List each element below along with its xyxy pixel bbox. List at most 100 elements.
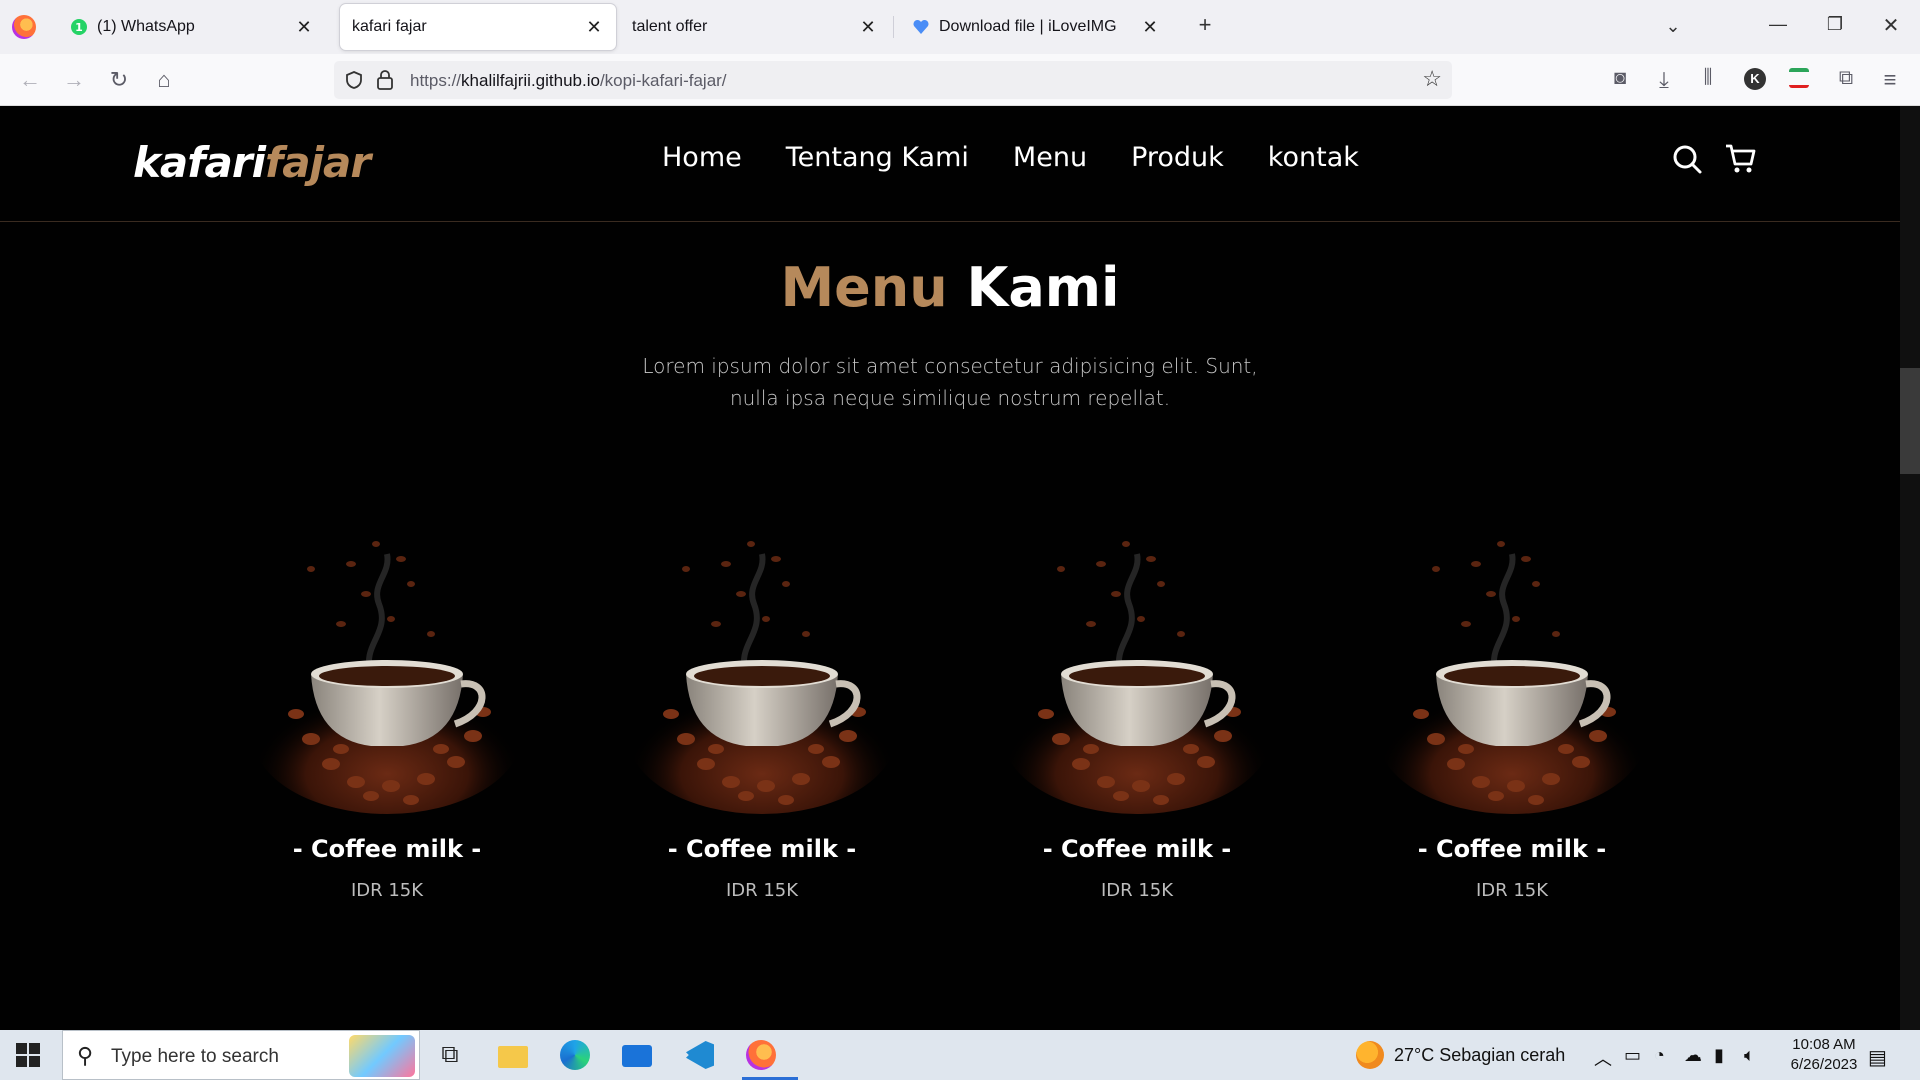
coffee-cup-image bbox=[251, 524, 523, 814]
library-icon[interactable]: ⫼ bbox=[1694, 67, 1722, 89]
close-window-button[interactable]: ✕ bbox=[1876, 13, 1906, 38]
system-clock[interactable]: 10:08 AM 6/26/2023 bbox=[1776, 1035, 1872, 1075]
windows-taskbar: ⚲ Type here to search ⧉ 27°C Sebagian ce… bbox=[0, 1030, 1920, 1080]
vscode-icon[interactable] bbox=[680, 1038, 716, 1072]
search-highlight-image bbox=[349, 1035, 415, 1077]
url-bar[interactable]: https://khalilfajrii.github.io/kopi-kafa… bbox=[334, 61, 1452, 99]
logo-main: kafari bbox=[133, 138, 266, 187]
coffee-cup-image bbox=[626, 524, 898, 814]
menu-card[interactable]: - Coffee milk - IDR 15K bbox=[227, 506, 547, 901]
home-icon[interactable]: ⌂ bbox=[150, 67, 178, 93]
menu-item-price: IDR 15K bbox=[725, 880, 799, 901]
notifications-icon[interactable]: ▤ bbox=[1868, 1045, 1887, 1070]
menu-item-price: IDR 15K bbox=[1475, 880, 1549, 901]
tab-iloveimg[interactable]: Download file | iLoveIMG ✕ bbox=[900, 4, 1172, 50]
edge-icon[interactable] bbox=[556, 1038, 592, 1072]
menu-item-name: - Coffee milk - bbox=[292, 835, 482, 863]
coffee-cup-image bbox=[1001, 524, 1273, 814]
search-icon: ⚲ bbox=[77, 1043, 94, 1068]
weather-icon[interactable] bbox=[1356, 1041, 1384, 1069]
battery-icon[interactable]: ▮ bbox=[1714, 1045, 1724, 1066]
url-text[interactable]: https://khalilfajrii.github.io/kopi-kafa… bbox=[410, 71, 727, 91]
menu-card[interactable]: - Coffee milk - IDR 15K bbox=[977, 506, 1297, 901]
hamburger-menu-icon[interactable]: ≡ bbox=[1876, 67, 1904, 93]
lock-icon[interactable] bbox=[376, 69, 394, 91]
bookmark-star-icon[interactable]: ☆ bbox=[1422, 66, 1442, 92]
section-title: Menu Kami bbox=[0, 256, 1900, 319]
section-title-rest: Kami bbox=[966, 256, 1120, 319]
site-nav: Home Tentang Kami Menu Produk kontak bbox=[662, 142, 1359, 173]
clock-date: 6/26/2023 bbox=[1790, 1056, 1858, 1073]
extensions-puzzle-icon[interactable]: ⧉ bbox=[1832, 67, 1860, 90]
taskbar-search-box[interactable]: ⚲ Type here to search bbox=[62, 1030, 420, 1080]
shield-icon[interactable] bbox=[344, 70, 364, 90]
menu-item-price: IDR 15K bbox=[350, 880, 424, 901]
url-path: /kopi-kafari-fajar/ bbox=[599, 71, 727, 90]
browser-nav-bar: ← → ↻ ⌂ https://khalilfajrii.github.io/k… bbox=[0, 54, 1920, 106]
section-description: Lorem ipsum dolor sit amet consectetur a… bbox=[642, 354, 1258, 410]
close-tab-icon[interactable]: ✕ bbox=[858, 17, 878, 38]
coffee-cup-image bbox=[1376, 524, 1648, 814]
site-logo[interactable]: kafarifajar bbox=[133, 138, 371, 187]
website-viewport: kafarifajar Home Tentang Kami Menu Produ… bbox=[0, 106, 1900, 1030]
page-scrollbar[interactable] bbox=[1900, 106, 1920, 1030]
new-tab-button[interactable]: + bbox=[1190, 12, 1220, 38]
logo-accent: fajar bbox=[265, 138, 371, 187]
restore-button[interactable]: ❐ bbox=[1820, 14, 1850, 35]
show-hidden-icons[interactable]: ︿ bbox=[1594, 1045, 1612, 1071]
svg-text:1: 1 bbox=[75, 21, 83, 34]
browser-tab-bar: 1 (1) WhatsApp ✕ kafari fajar ✕ talent o… bbox=[0, 0, 1920, 54]
onedrive-icon[interactable]: ☁ bbox=[1684, 1045, 1702, 1066]
close-tab-icon[interactable]: ✕ bbox=[1140, 17, 1160, 38]
url-host: khalilfajrii.github.io bbox=[461, 71, 600, 90]
volume-icon[interactable]: 🔈︎ bbox=[1744, 1045, 1755, 1066]
tab-whatsapp[interactable]: 1 (1) WhatsApp ✕ bbox=[58, 4, 326, 50]
nav-home[interactable]: Home bbox=[662, 142, 742, 173]
menu-item-price: IDR 15K bbox=[1100, 880, 1174, 901]
weather-text[interactable]: 27°C Sebagian cerah bbox=[1394, 1045, 1565, 1066]
page-scrollbar-thumb[interactable] bbox=[1900, 368, 1920, 474]
nav-produk[interactable]: Produk bbox=[1131, 142, 1224, 173]
reload-icon[interactable]: ↻ bbox=[105, 67, 133, 93]
firefox-icon[interactable] bbox=[12, 15, 36, 39]
menu-item-name: - Coffee milk - bbox=[667, 835, 857, 863]
close-tab-icon[interactable]: ✕ bbox=[584, 17, 604, 38]
extension-icon[interactable] bbox=[1789, 68, 1809, 88]
mail-icon[interactable] bbox=[618, 1038, 654, 1072]
pocket-icon[interactable]: ◙ bbox=[1606, 67, 1634, 90]
meet-icon[interactable]: ▭ bbox=[1624, 1045, 1641, 1066]
tab-kafari-fajar[interactable]: kafari fajar ✕ bbox=[340, 4, 616, 50]
list-tabs-icon[interactable]: ⌄ bbox=[1658, 16, 1688, 37]
nav-menu[interactable]: Menu bbox=[1013, 142, 1087, 173]
iloveimg-icon bbox=[913, 19, 929, 34]
search-icon[interactable] bbox=[1670, 142, 1704, 176]
account-avatar[interactable]: K bbox=[1744, 68, 1766, 90]
search-placeholder: Type here to search bbox=[111, 1046, 279, 1067]
menu-item-name: - Coffee milk - bbox=[1042, 835, 1232, 863]
back-icon[interactable]: ← bbox=[16, 67, 44, 93]
task-view-icon[interactable]: ⧉ bbox=[432, 1038, 468, 1072]
forward-icon[interactable]: → bbox=[60, 67, 88, 93]
tab-separator bbox=[893, 16, 894, 38]
site-header: kafarifajar Home Tentang Kami Menu Produ… bbox=[0, 106, 1900, 222]
nav-tentang-kami[interactable]: Tentang Kami bbox=[786, 142, 969, 173]
tab-title: Download file | iLoveIMG bbox=[939, 18, 1117, 35]
tab-talent-offer[interactable]: talent offer ✕ bbox=[620, 4, 890, 50]
whatsapp-icon: 1 bbox=[71, 19, 87, 35]
cart-icon[interactable] bbox=[1724, 142, 1758, 176]
windows-start-icon[interactable] bbox=[16, 1043, 40, 1067]
firefox-taskbar-icon[interactable] bbox=[742, 1038, 798, 1080]
tab-title: (1) WhatsApp bbox=[97, 18, 195, 35]
close-tab-icon[interactable]: ✕ bbox=[294, 17, 314, 38]
menu-card[interactable]: - Coffee milk - IDR 15K bbox=[1352, 506, 1672, 901]
wifi-icon[interactable]: ◔ bbox=[1654, 1045, 1665, 1066]
section-title-accent: Menu bbox=[780, 256, 948, 319]
tab-title: kafari fajar bbox=[352, 18, 427, 35]
file-explorer-icon[interactable] bbox=[494, 1038, 530, 1072]
nav-kontak[interactable]: kontak bbox=[1268, 142, 1359, 173]
menu-item-name: - Coffee milk - bbox=[1417, 835, 1607, 863]
menu-card[interactable]: - Coffee milk - IDR 15K bbox=[602, 506, 922, 901]
minimize-button[interactable]: — bbox=[1763, 14, 1793, 35]
downloads-icon[interactable]: ⤓ bbox=[1650, 67, 1678, 93]
url-prefix: https:// bbox=[410, 71, 462, 90]
